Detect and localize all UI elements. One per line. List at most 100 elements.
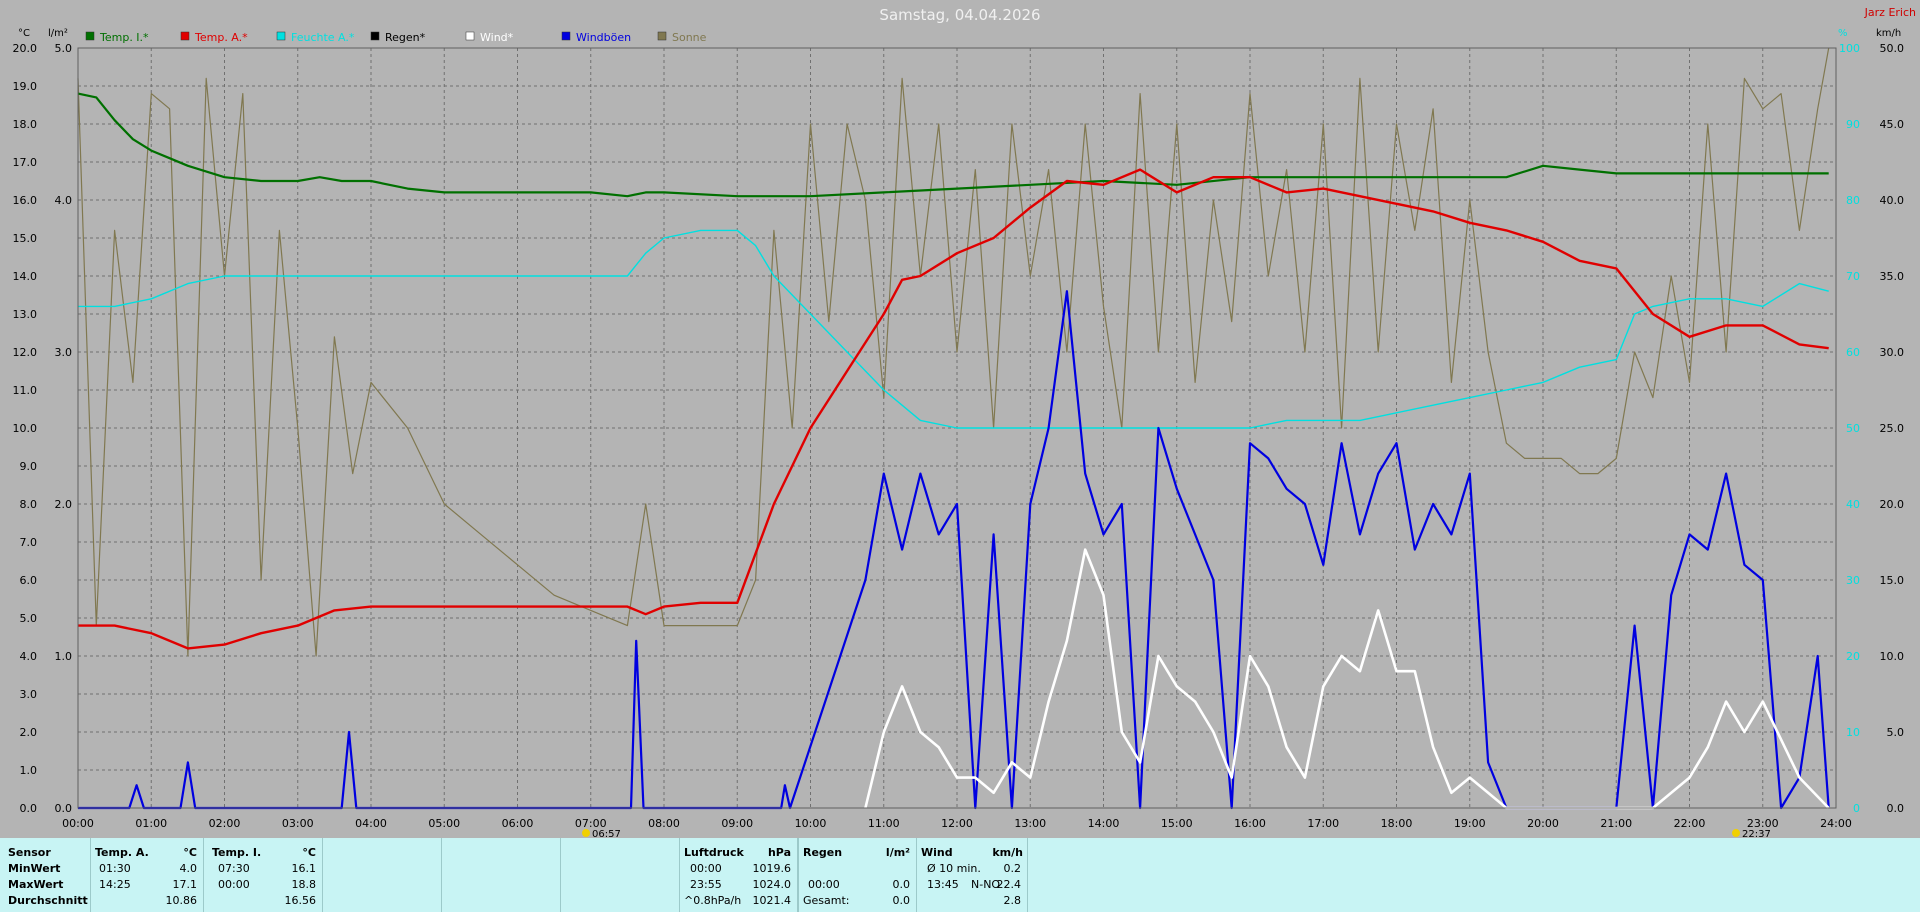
temp-a-min: 4.0 bbox=[179, 862, 198, 875]
left-axis-unit: °C bbox=[18, 28, 30, 39]
chart-title: Samstag, 04.04.2026 bbox=[879, 6, 1040, 24]
x-tick-label: 03:00 bbox=[282, 817, 314, 830]
pressure-trend-label: ^0.8hPa/h bbox=[684, 894, 742, 907]
temp-tick-label: 8.0 bbox=[20, 498, 38, 511]
wind-tick-label: 10.0 bbox=[1880, 650, 1905, 663]
temp-tick-label: 3.0 bbox=[20, 688, 38, 701]
x-tick-label: 06:00 bbox=[502, 817, 534, 830]
temp-tick-label: 15.0 bbox=[13, 232, 38, 245]
x-tick-label: 18:00 bbox=[1381, 817, 1413, 830]
row-label-max: MaxWert bbox=[8, 878, 64, 891]
x-tick-label: 15:00 bbox=[1161, 817, 1193, 830]
humidity-tick-label: 0 bbox=[1853, 802, 1860, 815]
wind-tick-label: 50.0 bbox=[1880, 42, 1905, 55]
temp-tick-label: 5.0 bbox=[20, 612, 38, 625]
wind-tick-label: 5.0 bbox=[1887, 726, 1905, 739]
humidity-tick-label: 10 bbox=[1846, 726, 1860, 739]
legend-label: Windböen bbox=[576, 31, 631, 44]
wind-tick-label: 40.0 bbox=[1880, 194, 1905, 207]
legend-swatch bbox=[561, 31, 571, 41]
temp-a-max-time: 14:25 bbox=[99, 878, 131, 891]
legend-item: Regen* bbox=[370, 31, 426, 44]
x-tick-label: 08:00 bbox=[648, 817, 680, 830]
legend-swatch bbox=[657, 31, 667, 41]
pressure-max: 1024.0 bbox=[752, 878, 792, 891]
rain-tick-label: 5.0 bbox=[55, 42, 73, 55]
x-tick-label: 16:00 bbox=[1234, 817, 1266, 830]
legend-label: Wind* bbox=[480, 31, 514, 44]
wind-tick-label: 0.0 bbox=[1887, 802, 1905, 815]
pressure-min-time: 00:00 bbox=[690, 862, 722, 875]
wind-tick-label: 15.0 bbox=[1880, 574, 1905, 587]
temp-i-unit: °C bbox=[302, 846, 316, 859]
legend-item: Temp. A.* bbox=[180, 31, 248, 44]
right-axis-unit: % bbox=[1838, 28, 1848, 39]
temp-tick-label: 17.0 bbox=[13, 156, 38, 169]
wind-max: 22.4 bbox=[996, 878, 1022, 891]
temp-tick-label: 12.0 bbox=[13, 346, 38, 359]
x-tick-label: 09:00 bbox=[721, 817, 753, 830]
temp-tick-label: 13.0 bbox=[13, 308, 38, 321]
wind-avg: 0.2 bbox=[1003, 862, 1022, 875]
stats-empty-column-1 bbox=[323, 838, 442, 912]
legend-item: Temp. I.* bbox=[85, 31, 149, 44]
x-tick-label: 12:00 bbox=[941, 817, 973, 830]
temp-i-min: 16.1 bbox=[291, 862, 317, 875]
right2-axis-unit: km/h bbox=[1876, 28, 1901, 39]
humidity-tick-label: 30 bbox=[1846, 574, 1860, 587]
x-tick-label: 10:00 bbox=[795, 817, 827, 830]
x-tick-label: 17:00 bbox=[1307, 817, 1339, 830]
sunset-marker: 22:37 bbox=[1732, 829, 1771, 838]
wind-unit: km/h bbox=[992, 846, 1023, 859]
wind-max-time: 13:45 bbox=[927, 878, 959, 891]
pressure-header: Luftdruck bbox=[684, 846, 744, 859]
x-tick-label: 01:00 bbox=[135, 817, 167, 830]
sunrise-marker: 06:57 bbox=[582, 829, 621, 838]
stats-temp-a-column: Temp. A. °C 01:30 4.0 14:25 17.1 10.86 bbox=[91, 838, 204, 912]
wind-tick-label: 35.0 bbox=[1880, 270, 1905, 283]
rain-tick-label: 2.0 bbox=[55, 498, 73, 511]
temp-a-unit: °C bbox=[183, 846, 197, 859]
temp-tick-label: 20.0 bbox=[13, 42, 38, 55]
rain-max-time: 00:00 bbox=[808, 878, 840, 891]
stats-empty-column-2 bbox=[442, 838, 561, 912]
legend-label: Temp. I.* bbox=[99, 31, 149, 44]
temp-tick-label: 2.0 bbox=[20, 726, 38, 739]
legend: Temp. I.* Temp. A.* Feuchte A.* Regen* Wind*… bbox=[85, 31, 707, 44]
temp-tick-label: 7.0 bbox=[20, 536, 38, 549]
x-tick-label: 13:00 bbox=[1014, 817, 1046, 830]
temp-tick-label: 18.0 bbox=[13, 118, 38, 131]
legend-label: Sonne bbox=[672, 31, 707, 44]
temp-a-max: 17.1 bbox=[172, 878, 198, 891]
pressure-max-time: 23:55 bbox=[690, 878, 722, 891]
x-tick-label: 11:00 bbox=[868, 817, 900, 830]
rain-tick-label: 3.0 bbox=[55, 346, 73, 359]
legend-swatch bbox=[180, 31, 190, 41]
rain-header: Regen bbox=[803, 846, 843, 859]
humidity-tick-label: 70 bbox=[1846, 270, 1860, 283]
temp-tick-label: 4.0 bbox=[20, 650, 38, 663]
temp-tick-label: 11.0 bbox=[13, 384, 38, 397]
sunrise-time: 06:57 bbox=[592, 829, 621, 838]
wind-day-avg: 2.8 bbox=[1003, 894, 1022, 907]
x-tick-label: 22:00 bbox=[1674, 817, 1706, 830]
temp-tick-label: 19.0 bbox=[13, 80, 38, 93]
pressure-trend-value: 1021.4 bbox=[752, 894, 792, 907]
temp-tick-label: 9.0 bbox=[20, 460, 38, 473]
pressure-unit: hPa bbox=[767, 846, 791, 859]
legend-item: Windböen bbox=[561, 31, 631, 44]
temp-tick-label: 14.0 bbox=[13, 270, 38, 283]
sensor-header: Sensor bbox=[8, 846, 51, 859]
temp-tick-label: 0.0 bbox=[20, 802, 38, 815]
x-tick-label: 02:00 bbox=[209, 817, 241, 830]
temp-i-avg: 16.56 bbox=[284, 894, 317, 907]
row-label-min: MinWert bbox=[8, 862, 61, 875]
wind-avg-label: Ø 10 min. bbox=[927, 862, 981, 875]
legend-label: Feuchte A.* bbox=[291, 31, 355, 44]
left2-axis-unit: l/m² bbox=[48, 28, 68, 39]
temp-a-avg: 10.86 bbox=[165, 894, 198, 907]
humidity-tick-label: 90 bbox=[1846, 118, 1860, 131]
humidity-tick-label: 50 bbox=[1846, 422, 1860, 435]
temp-i-max-time: 00:00 bbox=[218, 878, 250, 891]
legend-swatch bbox=[370, 31, 380, 41]
